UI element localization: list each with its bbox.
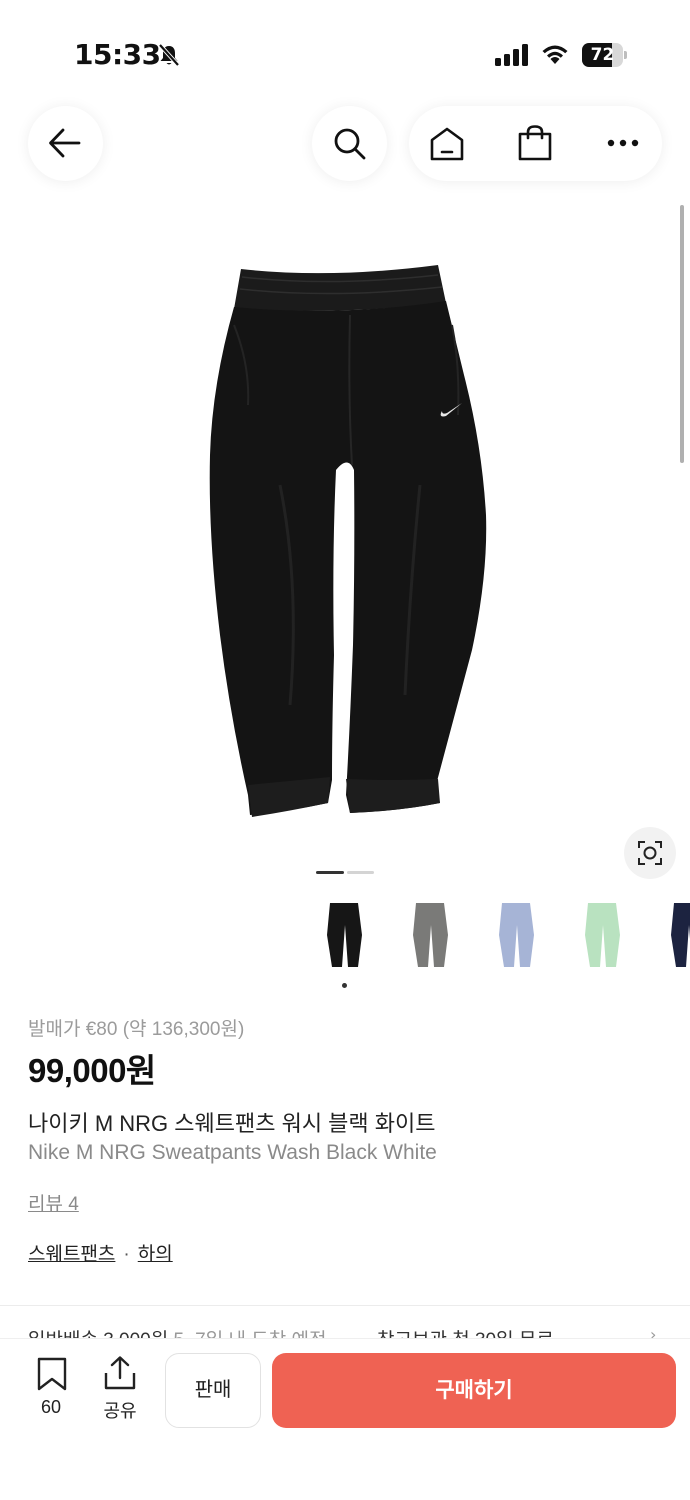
buy-button[interactable]: 구매하기 xyxy=(272,1353,676,1428)
variant-thumbnail-mint[interactable] xyxy=(558,895,646,983)
image-search-button[interactable] xyxy=(624,827,676,879)
back-arrow-icon xyxy=(49,128,81,158)
more-icon[interactable] xyxy=(606,138,640,148)
color-variant-list xyxy=(300,895,690,995)
section-divider xyxy=(0,1305,690,1306)
product-name-korean: 나이키 M NRG 스웨트팬츠 워시 블랙 화이트 xyxy=(28,1111,436,1136)
shipping-info-row[interactable]: 일반배송 3,000원 5~7일 내 도착 예정 창고보관 첫 30일 무료 › xyxy=(28,1325,668,1339)
cellular-signal-icon xyxy=(495,44,528,66)
battery-level: 72 xyxy=(590,45,615,65)
search-button[interactable] xyxy=(312,106,387,181)
category-separator: · xyxy=(123,1244,130,1265)
page-indicator-active xyxy=(316,871,344,874)
status-bar: 15:33 72 xyxy=(0,0,690,100)
shopping-bag-icon[interactable] xyxy=(517,124,553,162)
chevron-right-icon: › xyxy=(650,1325,657,1339)
variant-thumbnail-light-blue[interactable] xyxy=(472,895,560,983)
category-breadcrumb: 스웨트팬츠 · 하의 xyxy=(28,1239,173,1266)
battery-indicator: 72 xyxy=(582,43,628,67)
share-icon[interactable] xyxy=(103,1355,137,1391)
release-price: 발매가 €80 (약 136,300원) xyxy=(28,1019,245,1040)
product-name-english: Nike M NRG Sweatpants Wash Black White xyxy=(28,1141,437,1164)
nav-actions-group xyxy=(409,106,662,181)
scrollbar[interactable] xyxy=(680,205,684,463)
variant-thumbnail-navy[interactable] xyxy=(644,895,690,983)
product-price: 99,000원 xyxy=(28,1052,156,1089)
bookmark-icon[interactable] xyxy=(36,1357,68,1391)
home-icon[interactable] xyxy=(428,125,466,163)
battery-cap xyxy=(624,51,627,59)
bell-off-icon xyxy=(158,43,180,67)
status-time: 15:33 xyxy=(74,38,161,71)
image-page-indicator xyxy=(316,871,376,875)
bookmark-count: 60 xyxy=(40,1397,62,1417)
back-button[interactable] xyxy=(28,106,103,181)
wifi-icon xyxy=(542,45,568,64)
page-indicator-inactive xyxy=(347,871,374,874)
variant-thumbnail-black[interactable] xyxy=(300,895,388,983)
sell-button[interactable]: 판매 xyxy=(165,1353,261,1428)
search-icon xyxy=(334,128,366,160)
variant-thumbnail-grey[interactable] xyxy=(386,895,474,983)
selected-variant-dot xyxy=(342,983,347,988)
share-label: 공유 xyxy=(103,1401,137,1421)
category-link-bottoms[interactable]: 하의 xyxy=(138,1244,173,1265)
visual-search-icon xyxy=(638,841,662,865)
product-image[interactable] xyxy=(190,255,510,830)
review-link[interactable]: 리뷰 4 xyxy=(28,1189,79,1216)
category-link-sweatpants[interactable]: 스웨트팬츠 xyxy=(28,1244,115,1265)
bottom-action-bar: 60 공유 판매 구매하기 xyxy=(0,1338,690,1500)
battery-body: 72 xyxy=(582,43,623,67)
